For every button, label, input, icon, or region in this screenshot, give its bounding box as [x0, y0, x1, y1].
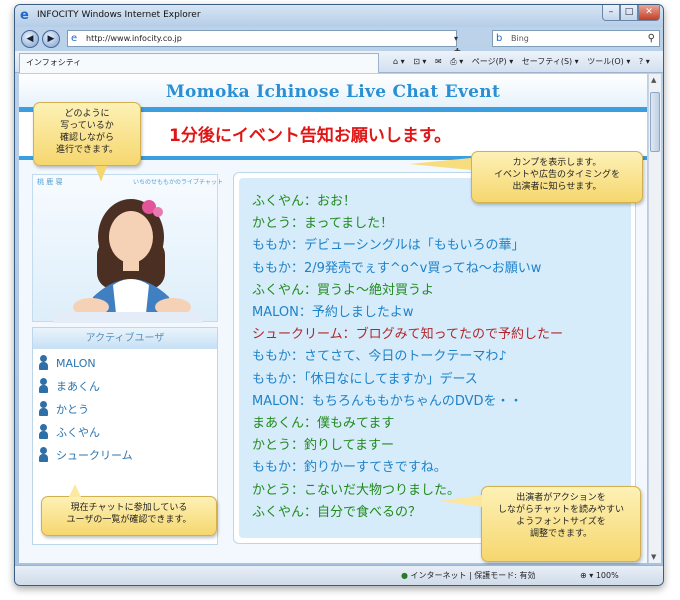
chat-message: ももか：デビューシングルは「ももいろの華」	[252, 238, 525, 254]
callout-preview-note: どのように 写っているか 確認しながら 進行できます。	[33, 102, 141, 166]
globe-icon: ●	[401, 571, 408, 580]
callout-line: 写っているか	[60, 121, 114, 131]
maximize-button[interactable]: □	[620, 5, 638, 21]
bing-icon: b	[496, 33, 503, 44]
chat-message: ふくやん：自分で食べるの？	[252, 504, 422, 520]
callout-line: ユーザの一覧が確認できます。	[66, 515, 192, 525]
tools-menu[interactable]: ツール(O) ▾	[587, 57, 630, 66]
user-name: まあくん	[56, 380, 100, 393]
zoom-control[interactable]: ⊕ ▾ 100%	[580, 566, 619, 585]
callout-tail	[409, 158, 471, 170]
search-icon[interactable]: ⚲	[648, 31, 655, 46]
browser-window: e INFOCITY Windows Internet Explorer – □…	[14, 4, 664, 586]
status-bar: ● インターネット | 保護モード: 有効 ⊕ ▾ 100%	[15, 565, 663, 585]
user-item[interactable]: まあくん	[39, 375, 211, 398]
notice-text: 1分後にイベント告知お願いします。	[169, 126, 452, 146]
performer-photo	[53, 199, 203, 323]
user-list: MALON まあくん かとう ふくやん シュークリーム	[39, 352, 211, 467]
user-name: MALON	[56, 357, 96, 370]
chat-message: ももか：2/9発売でぇす^o^v買ってね〜お願いw	[252, 260, 542, 276]
callout-tail	[95, 166, 107, 182]
search-placeholder: Bing	[511, 34, 529, 43]
close-button[interactable]: ✕	[638, 5, 660, 21]
callout-line: しながらチャットを読みやすい	[498, 505, 624, 515]
chat-message: かとう：釣りしてますー	[252, 438, 394, 454]
vertical-scrollbar[interactable]: ▲ ▼	[648, 74, 661, 563]
forward-button[interactable]: ▶	[42, 30, 60, 48]
title-bar: e INFOCITY Windows Internet Explorer – □…	[15, 5, 663, 27]
chat-message: かとう：まってました！	[252, 216, 394, 232]
feeds-button[interactable]: ⊡ ▾	[413, 57, 426, 66]
user-name: かとう	[56, 403, 89, 416]
page-menu[interactable]: ページ(P) ▾	[472, 57, 513, 66]
security-zone: ● インターネット | 保護モード: 有効	[401, 566, 536, 585]
safety-menu[interactable]: セーフティ(S) ▾	[522, 57, 579, 66]
back-button[interactable]: ◀	[21, 30, 39, 48]
chat-log[interactable]: ふくやん：おお！ かとう：まってました！ ももか：デビューシングルは「ももいろの華」…	[239, 178, 631, 538]
address-row: ◀ ▶ e http://www.infocity.co.jp ▾ ✚ ✕ b …	[15, 27, 663, 69]
chat-message: MALON：予約しましたよw	[252, 305, 414, 320]
user-item[interactable]: MALON	[39, 352, 211, 375]
window-title: INFOCITY Windows Internet Explorer	[37, 10, 201, 20]
page-icon: e	[71, 33, 78, 44]
callout-line: 調整できます。	[529, 529, 593, 539]
chat-message: ももか：「休日なにしてますか」デース	[252, 371, 478, 387]
active-users-header: アクティブユーザ	[33, 328, 217, 349]
tab-row: インフォシティ ⌂ ▾ ⊡ ▾ ✉ ⎙ ▾ ページ(P) ▾ セーフティ(S) …	[15, 51, 663, 73]
zone-text: インターネット | 保護モード: 有効	[410, 571, 536, 580]
callout-line: 進行できます。	[55, 145, 119, 155]
chat-message: ふくやん：おお！	[252, 194, 357, 209]
command-bar: ⌂ ▾ ⊡ ▾ ✉ ⎙ ▾ ページ(P) ▾ セーフティ(S) ▾ ツール(O)…	[393, 54, 656, 70]
scroll-down-icon[interactable]: ▼	[651, 553, 656, 561]
user-icon	[39, 401, 48, 416]
callout-line: 確認しながら	[59, 133, 114, 143]
user-icon	[39, 447, 48, 462]
callout-line: カンプを表示します。	[512, 158, 602, 168]
home-button[interactable]: ⌂ ▾	[393, 57, 405, 66]
ie-logo-icon: e	[20, 8, 29, 23]
callout-line: 現在チャットに参加している	[70, 503, 188, 513]
zoom-level: 100%	[595, 571, 619, 580]
callout-line: 出演者に知らせます。	[512, 182, 602, 192]
chat-message: ももか：さてさて、今日のトークテーマわ♪	[252, 349, 507, 365]
user-name: シュークリーム	[56, 449, 133, 462]
mail-button[interactable]: ✉	[435, 57, 442, 66]
callout-line: 出演者がアクションを	[516, 493, 606, 503]
user-name: ふくやん	[56, 426, 100, 439]
user-item[interactable]: かとう	[39, 398, 211, 421]
callout-line: どのように	[64, 109, 110, 119]
callout-tail	[69, 484, 81, 497]
callout-line: ようフォントサイズを	[516, 517, 606, 527]
search-input[interactable]: b Bing ⚲	[492, 30, 660, 47]
address-bar[interactable]: e http://www.infocity.co.jp ▾ ✚ ✕	[67, 30, 461, 69]
chat-message: MALON：もちろんももかちゃんのDVDを・・	[252, 393, 523, 409]
user-item[interactable]: シュークリーム	[39, 444, 211, 467]
print-button[interactable]: ⎙ ▾	[450, 57, 463, 66]
user-icon	[39, 378, 48, 393]
scroll-up-icon[interactable]: ▲	[651, 76, 656, 84]
page-title: Momoka Ichinose Live Chat Event	[165, 82, 501, 102]
minimize-button[interactable]: –	[602, 5, 620, 21]
help-menu[interactable]: ? ▾	[639, 57, 650, 66]
callout-users-note: 現在チャットに参加している ユーザの一覧が確認できます。	[41, 496, 217, 536]
performer-video: 桃 鹿 寝 いちのせももかのライブチャット	[32, 174, 223, 323]
scroll-thumb[interactable]	[650, 92, 660, 152]
chat-message: まあくん：僕もみてます	[252, 416, 395, 431]
address-text: http://www.infocity.co.jp	[86, 34, 182, 43]
callout-tail	[439, 495, 482, 507]
tab-infocity[interactable]: インフォシティ	[19, 53, 379, 73]
chat-message: ももか：釣りかーすてきですね。	[252, 460, 447, 476]
user-icon	[39, 355, 48, 370]
user-item[interactable]: ふくやん	[39, 421, 211, 444]
page-viewport: Momoka Ichinose Live Chat Event 1分後にイベント…	[19, 74, 647, 563]
zoom-icon: ⊕ ▾	[580, 571, 594, 580]
chat-message: ふくやん：買うよ〜絶対買うよ	[252, 282, 435, 298]
callout-comp-note: カンプを表示します。 イベントや広告のタイミングを 出演者に知らせます。	[471, 151, 643, 203]
callout-font-note: 出演者がアクションを しながらチャットを読みやすい ようフォントサイズを 調整で…	[481, 486, 641, 562]
chat-message: かとう：こないだ大物つりました。	[252, 482, 461, 498]
callout-line: イベントや広告のタイミングを	[493, 170, 620, 180]
user-icon	[39, 424, 48, 439]
chat-message: シュークリーム：ブログみて知ってたので予約したー	[252, 327, 563, 343]
